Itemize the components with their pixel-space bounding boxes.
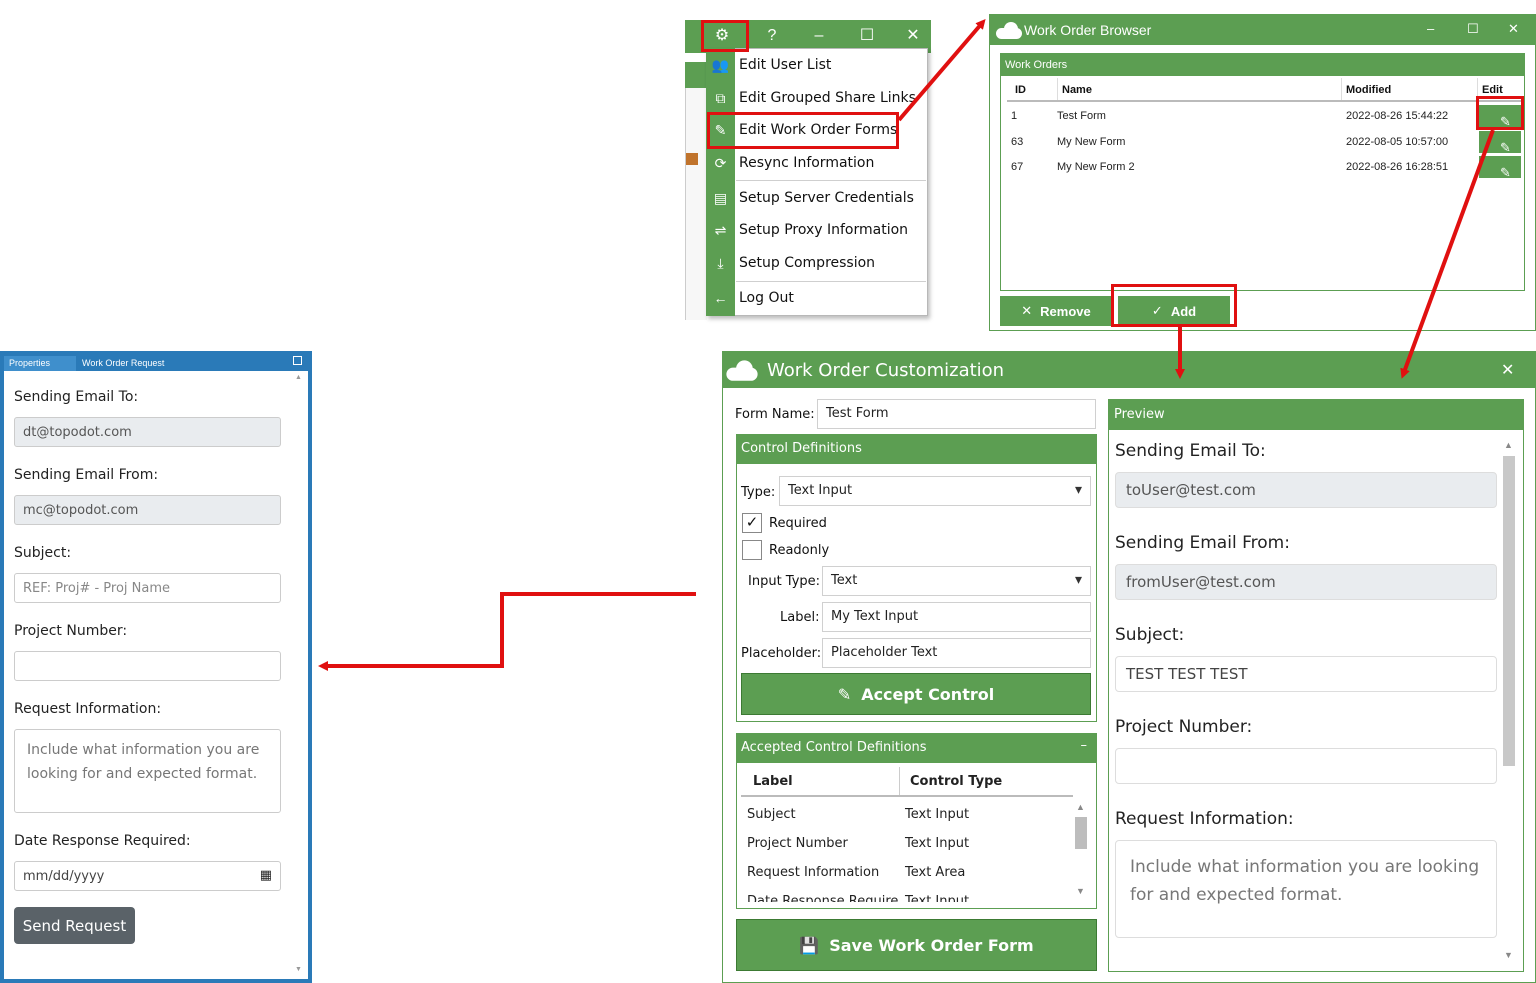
- arrow-edit-to-preview: [1400, 129, 1495, 379]
- arrow-menu-to-browser: [897, 18, 986, 122]
- annotation-arrows: [318, 18, 1495, 671]
- arrow-to-web-form: [318, 592, 696, 671]
